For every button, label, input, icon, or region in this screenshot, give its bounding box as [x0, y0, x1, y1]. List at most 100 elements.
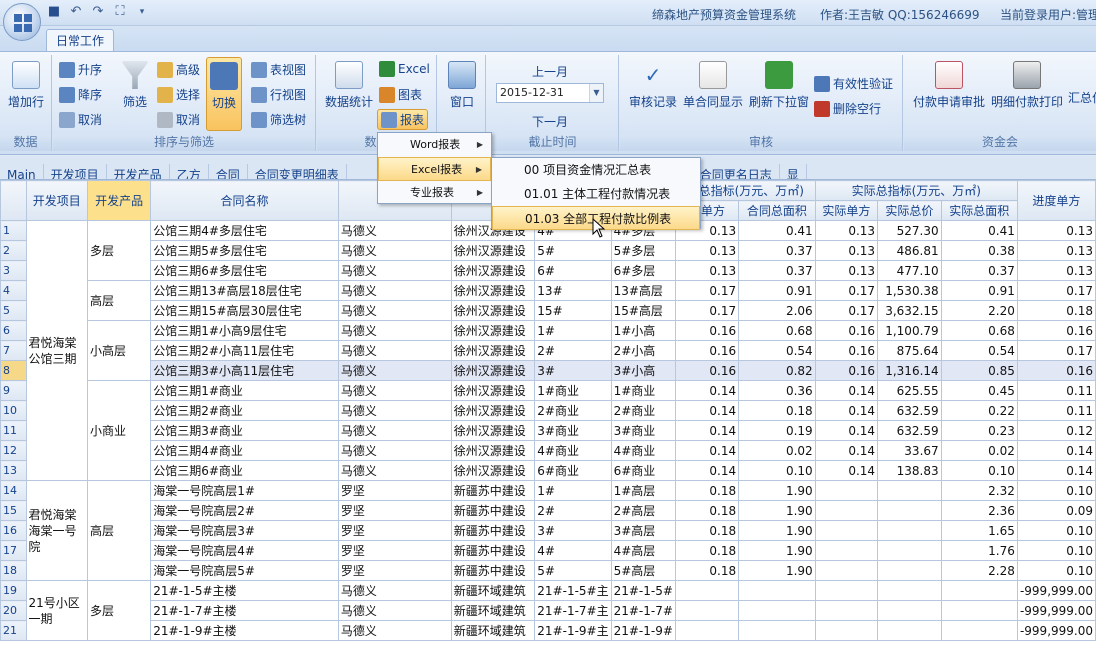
budget-area-cell[interactable]: 0.91 — [738, 280, 816, 301]
actual-area-cell[interactable]: 0.91 — [940, 280, 1018, 301]
table-row[interactable]: 18 海棠一号院高层5# 罗坚 新疆苏中建设 5# 5#高层 0.18 1.90 2.28 0.1… — [0, 560, 1096, 581]
party-b-cell[interactable]: 罗坚 — [337, 540, 452, 561]
actual-unit-cell[interactable]: 0.14 — [814, 440, 879, 461]
actual-price-cell[interactable]: 632.59 — [877, 420, 942, 441]
budget-area-cell[interactable]: 1.90 — [738, 540, 816, 561]
progress-cell[interactable]: 0.09 — [1016, 500, 1096, 521]
actual-area-cell[interactable]: 0.41 — [940, 220, 1018, 241]
budget-area-cell[interactable]: 0.54 — [738, 340, 816, 361]
table-row[interactable]: 17 海棠一号院高层4# 罗坚 新疆苏中建设 4# 4#高层 0.18 1.90 1.76 0.1… — [0, 540, 1096, 561]
actual-unit-cell[interactable]: 0.17 — [814, 300, 879, 321]
budget-unit-cell[interactable]: 0.14 — [674, 460, 740, 481]
project-cell[interactable]: 君悦海棠海棠一号院 — [25, 480, 88, 581]
party-b-cell[interactable]: 马德义 — [337, 580, 452, 601]
data-stats-button[interactable]: 数据统计 — [321, 61, 377, 110]
actual-unit-cell[interactable]: 0.14 — [814, 420, 879, 441]
single-contract-button[interactable]: 单合同显示 — [682, 61, 744, 110]
budget-area-cell[interactable]: 1.90 — [738, 560, 816, 581]
detail-print-button[interactable]: 明细付款打印 — [990, 61, 1064, 110]
progress-cell[interactable]: 0.16 — [1016, 320, 1096, 341]
actual-unit-cell[interactable]: 0.16 — [814, 320, 879, 341]
party-b-cell[interactable]: 马德义 — [337, 380, 452, 401]
table-row[interactable]: 5 公馆三期15#高层30层住宅 马德义 徐州汉源建设 15# 15#高层 0.17 2.06… — [0, 300, 1096, 321]
qat-dropdown-icon[interactable]: ▾ — [134, 4, 150, 20]
report-menu-item-1[interactable]: Excel报表 ▶ — [378, 157, 491, 181]
product-code-cell[interactable]: 21#-1-9# — [610, 620, 676, 641]
product-cell[interactable]: 高层 — [86, 480, 152, 581]
actual-area-cell[interactable]: 0.54 — [940, 340, 1018, 361]
company-cell[interactable]: 徐州汉源建设 — [450, 460, 536, 481]
actual-price-cell[interactable] — [877, 540, 942, 561]
code-cell[interactable]: 21#-1-9#主 — [534, 620, 612, 641]
progress-cell[interactable]: 0.13 — [1016, 240, 1096, 261]
budget-area-cell[interactable]: 0.02 — [738, 440, 816, 461]
actual-unit-cell[interactable]: 0.13 — [814, 260, 879, 281]
sheet-tab-5[interactable]: 合同变更明细表 — [248, 164, 347, 179]
contract-name-cell[interactable]: 海棠一号院高层1# — [150, 480, 339, 501]
progress-cell[interactable]: 0.10 — [1016, 540, 1096, 561]
code-cell[interactable]: 5# — [534, 240, 612, 261]
party-b-cell[interactable]: 罗坚 — [337, 520, 452, 541]
actual-area-cell[interactable]: 0.23 — [940, 420, 1018, 441]
actual-unit-cell[interactable]: 0.17 — [814, 280, 879, 301]
excel-button[interactable]: Excel — [379, 61, 430, 77]
product-cell[interactable]: 小商业 — [86, 380, 152, 481]
cancel-filter-button[interactable]: 取消 — [157, 111, 200, 128]
actual-unit-cell[interactable]: 0.13 — [814, 220, 879, 241]
code-cell[interactable]: 6#商业 — [534, 460, 612, 481]
progress-cell[interactable]: 0.14 — [1016, 440, 1096, 461]
budget-area-cell[interactable]: 0.36 — [738, 380, 816, 401]
actual-area-cell[interactable] — [940, 620, 1018, 641]
budget-area-cell[interactable]: 0.37 — [738, 240, 816, 261]
table-row[interactable]: 10 公馆三期2#商业 马德义 徐州汉源建设 2#商业 2#商业 0.14 0.18 0.14 6… — [0, 400, 1096, 421]
product-code-cell[interactable]: 6#多层 — [610, 260, 676, 281]
contract-name-cell[interactable]: 公馆三期1#小高9层住宅 — [150, 320, 339, 341]
budget-area-cell[interactable] — [738, 580, 816, 601]
row-number[interactable]: 19 — [0, 580, 27, 601]
sheet-tab-10[interactable]: 合同更名日志 — [693, 164, 780, 179]
contract-name-cell[interactable]: 21#-1-9#主楼 — [150, 620, 339, 641]
party-b-cell[interactable]: 马德义 — [337, 440, 452, 461]
budget-unit-cell[interactable]: 0.16 — [674, 320, 740, 341]
actual-price-cell[interactable]: 486.81 — [877, 240, 942, 261]
budget-area-cell[interactable] — [738, 600, 816, 621]
party-b-cell[interactable]: 罗坚 — [337, 480, 452, 501]
actual-price-cell[interactable] — [877, 480, 942, 501]
contract-name-cell[interactable]: 公馆三期4#商业 — [150, 440, 339, 461]
budget-area-cell[interactable]: 1.90 — [738, 480, 816, 501]
actual-unit-cell[interactable] — [814, 480, 879, 501]
contract-name-cell[interactable]: 公馆三期4#多层住宅 — [150, 220, 339, 241]
contract-name-cell[interactable]: 海棠一号院高层3# — [150, 520, 339, 541]
budget-area-cell[interactable]: 2.06 — [738, 300, 816, 321]
contract-name-cell[interactable]: 公馆三期3#商业 — [150, 420, 339, 441]
product-code-cell[interactable]: 1#小高 — [610, 320, 676, 341]
contract-name-cell[interactable]: 公馆三期5#多层住宅 — [150, 240, 339, 261]
table-row[interactable]: 13 公馆三期6#商业 马德义 徐州汉源建设 6#商业 6#商业 0.14 0.10 0.14 1… — [0, 460, 1096, 481]
sort-desc-button[interactable]: 降序 — [59, 86, 102, 103]
prev-month-button[interactable]: 上一月 — [532, 63, 568, 80]
budget-area-cell[interactable]: 0.10 — [738, 460, 816, 481]
table-row[interactable]: 2 公馆三期5#多层住宅 马德义 徐州汉源建设 5# 5#多层 0.13 0.37 0.13 48… — [0, 240, 1096, 261]
budget-unit-cell[interactable] — [674, 600, 740, 621]
row-number[interactable]: 14 — [0, 480, 27, 501]
actual-unit-cell[interactable]: 0.14 — [814, 400, 879, 421]
actual-area-cell[interactable]: 1.65 — [940, 520, 1018, 541]
sheet-tab-2[interactable]: 开发产品 — [107, 164, 170, 179]
budget-unit-cell[interactable]: 0.13 — [674, 260, 740, 281]
product-code-cell[interactable]: 2#商业 — [610, 400, 676, 421]
actual-price-cell[interactable]: 625.55 — [877, 380, 942, 401]
report-menu-item-0[interactable]: Word报表 ▶ — [378, 133, 491, 157]
budget-unit-cell[interactable]: 0.14 — [674, 380, 740, 401]
party-b-cell[interactable]: 马德义 — [337, 460, 452, 481]
actual-area-cell[interactable]: 0.02 — [940, 440, 1018, 461]
contract-name-cell[interactable]: 海棠一号院高层2# — [150, 500, 339, 521]
company-cell[interactable]: 新疆环域建筑 — [450, 580, 536, 601]
validate-button[interactable]: 有效性验证 — [814, 75, 893, 92]
product-code-cell[interactable]: 4#高层 — [610, 540, 676, 561]
row-number[interactable]: 12 — [0, 440, 27, 461]
table-row[interactable]: 12 公馆三期4#商业 马德义 徐州汉源建设 4#商业 4#商业 0.14 0.02 0.14 3… — [0, 440, 1096, 461]
header-actual-unit[interactable]: 实际单方 — [814, 200, 879, 221]
progress-cell[interactable]: -999,999.00 — [1016, 600, 1096, 621]
actual-area-cell[interactable]: 0.37 — [940, 260, 1018, 281]
progress-cell[interactable]: -999,999.00 — [1016, 580, 1096, 601]
